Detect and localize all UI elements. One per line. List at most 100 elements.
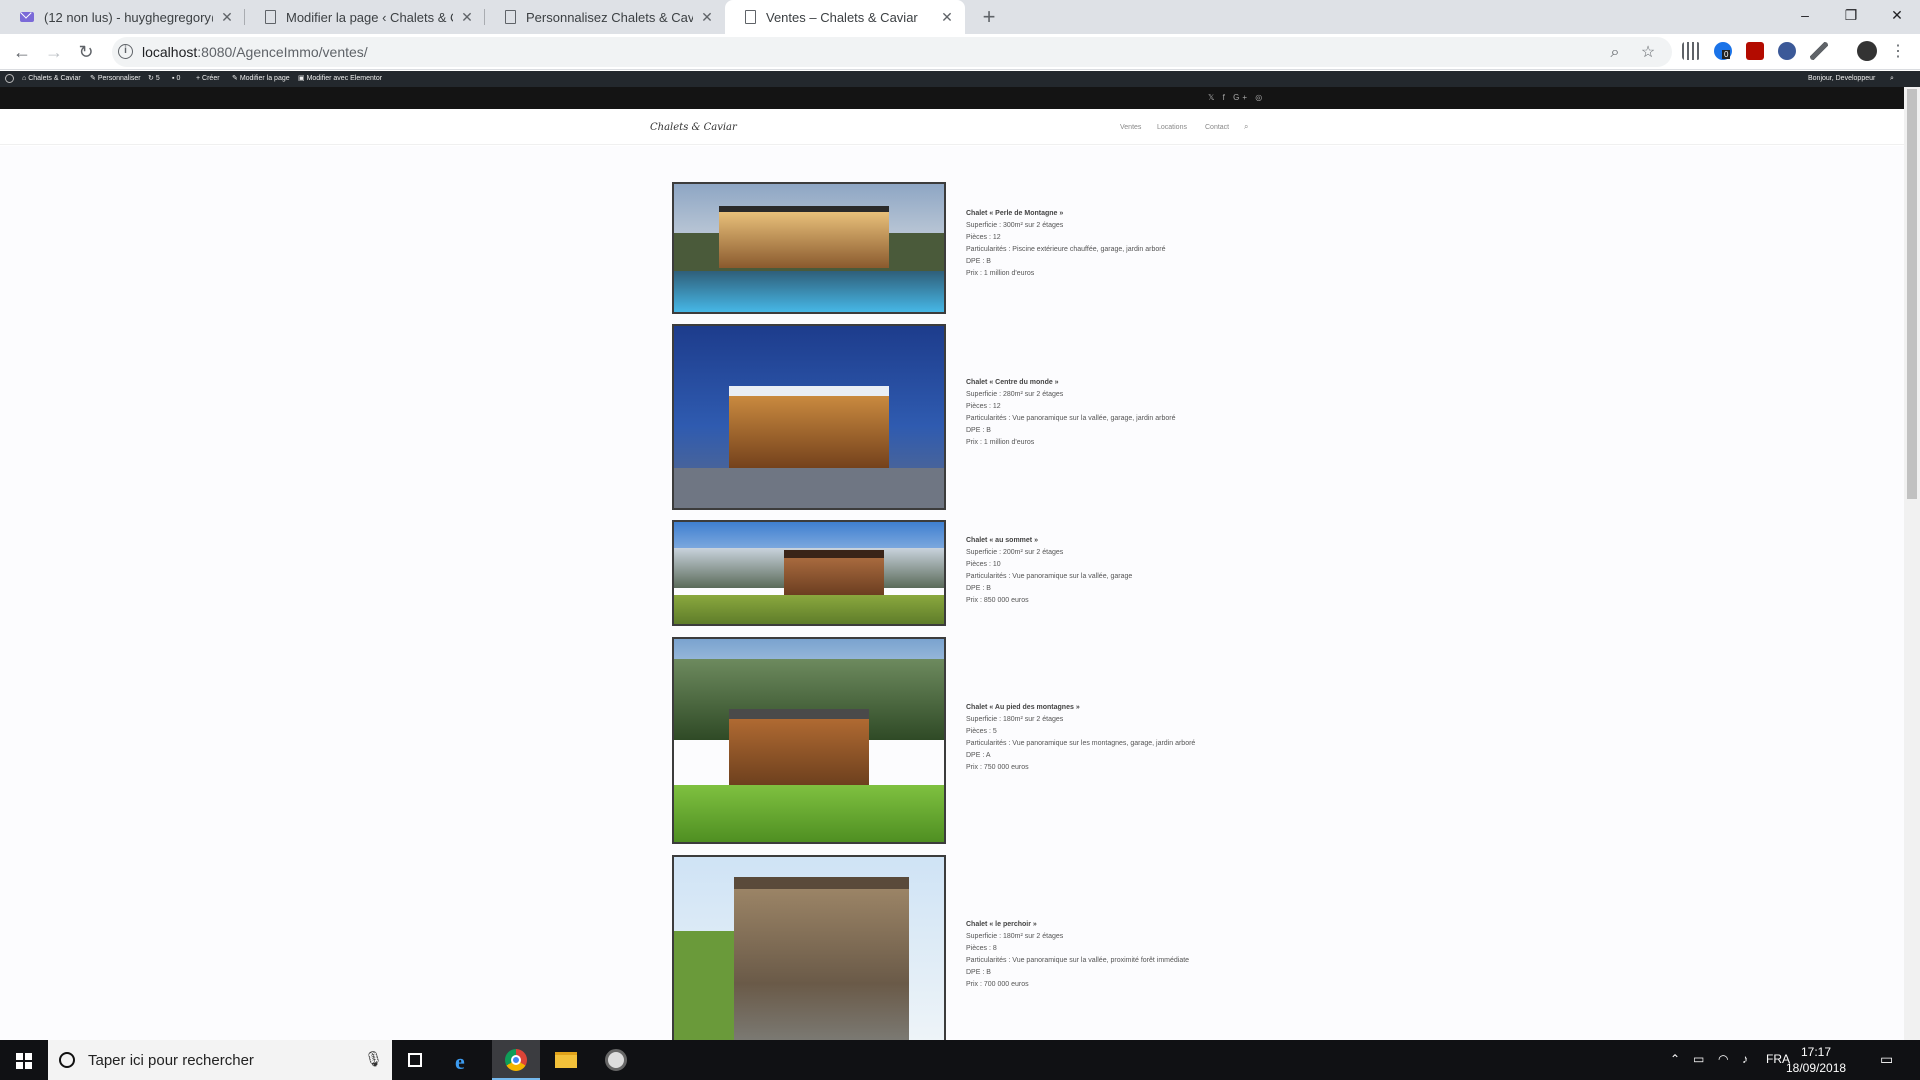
page-scrollbar[interactable]: [1904, 87, 1920, 1040]
browser-toolbar: ← → ↻ i localhost:8080/AgenceImmo/ventes…: [0, 34, 1920, 70]
listing-photo[interactable]: [672, 855, 946, 1040]
site-topbar: 𝕏 f G+ ◎: [0, 87, 1904, 109]
listing-description: Chalet « le perchoir » Superficie : 180m…: [966, 919, 1189, 991]
zoom-icon[interactable]: ⌕: [1606, 44, 1624, 62]
listing-price: Prix : 700 000 euros: [966, 981, 1029, 988]
listing-dpe: DPE : B: [966, 258, 991, 265]
taskbar-search[interactable]: Taper ici pour rechercher 🎙: [48, 1040, 392, 1080]
microphone-icon[interactable]: 🎙: [364, 1050, 383, 1068]
admin-new-label: Créer: [202, 75, 220, 82]
admin-elementor[interactable]: ▣ Modifier avec Elementor: [298, 71, 382, 87]
globe-extension-icon[interactable]: [1778, 42, 1796, 60]
photo-house: [734, 877, 909, 1040]
clock-date: 18/09/2018: [1786, 1061, 1847, 1075]
volume-icon[interactable]: ♪: [1742, 1052, 1748, 1066]
maximize-button[interactable]: ❐: [1828, 0, 1874, 30]
admin-edit-page-label: Modifier la page: [239, 75, 290, 82]
tab-customize[interactable]: Personnalisez Chalets & Caviar – ✕: [485, 0, 725, 34]
menu-item-contact[interactable]: Contact: [1205, 124, 1229, 131]
start-button[interactable]: [0, 1040, 48, 1080]
listing-photo[interactable]: [672, 182, 946, 314]
admin-new[interactable]: + Créer: [196, 71, 220, 87]
listing-photo[interactable]: [672, 520, 946, 626]
listing-surface: Superficie : 300m² sur 2 étages: [966, 222, 1064, 229]
listing-price: Prix : 1 million d'euros: [966, 270, 1035, 277]
tab-mail[interactable]: (12 non lus) - huyghegregory@y ✕: [0, 0, 245, 34]
forward-button[interactable]: →: [42, 40, 66, 64]
new-tab-button[interactable]: +: [976, 4, 1002, 30]
listing-dpe: DPE : A: [966, 752, 991, 759]
file-explorer-button[interactable]: [542, 1040, 590, 1080]
info-icon[interactable]: i: [118, 44, 133, 59]
scrollbar-thumb[interactable]: [1907, 89, 1917, 499]
site-logo[interactable]: Chalets & Caviar: [650, 122, 737, 133]
tab-edit-page[interactable]: Modifier la page ‹ Chalets & Cav ✕: [245, 0, 485, 34]
battery-icon[interactable]: ▭: [1693, 1052, 1704, 1066]
admin-updates[interactable]: ↻ 5: [148, 71, 160, 87]
app-button[interactable]: [592, 1040, 640, 1080]
listing-surface: Superficie : 180m² sur 2 étages: [966, 716, 1064, 723]
browser-tab-strip: (12 non lus) - huyghegregory@y ✕ Modifie…: [0, 0, 1920, 34]
photo-ground: [674, 595, 944, 624]
social-icons[interactable]: 𝕏 f G+ ◎: [1208, 93, 1265, 102]
listing-features: Particularités : Piscine extérieure chau…: [966, 246, 1166, 253]
address-bar[interactable]: i localhost:8080/AgenceImmo/ventes/ ⌕ ☆: [112, 37, 1672, 67]
edge-button[interactable]: e: [442, 1040, 490, 1080]
listing-features: Particularités : Vue panoramique sur la …: [966, 573, 1133, 580]
document-icon: [265, 10, 276, 24]
search-icon[interactable]: ⌕: [1244, 122, 1248, 132]
folder-icon: [555, 1052, 577, 1068]
close-icon[interactable]: ✕: [459, 9, 475, 26]
wifi-icon[interactable]: ◠: [1718, 1052, 1728, 1066]
tray-chevron-icon[interactable]: ⌃: [1670, 1052, 1680, 1066]
admin-customize[interactable]: ✎ Personnaliser: [90, 71, 141, 87]
back-button[interactable]: ←: [10, 40, 34, 64]
minimize-button[interactable]: –: [1782, 0, 1828, 30]
star-icon[interactable]: ☆: [1639, 44, 1657, 62]
site-header: Chalets & Caviar Ventes Locations Contac…: [0, 109, 1904, 145]
listing-rooms: Pièces : 10: [966, 561, 1001, 568]
equalizer-extension-icon[interactable]: [1682, 42, 1700, 60]
photo-lawn: [674, 785, 944, 842]
extension-icon[interactable]: 0: [1714, 42, 1732, 60]
close-icon[interactable]: ✕: [699, 9, 715, 26]
admin-site-name-label: Chalets & Caviar: [28, 75, 81, 82]
close-window-button[interactable]: ✕: [1874, 0, 1920, 30]
windows-logo-icon: [16, 1053, 32, 1069]
task-view-button[interactable]: [392, 1040, 440, 1080]
wordpress-logo-icon[interactable]: [5, 74, 14, 83]
admin-site-name[interactable]: ⌂ Chalets & Caviar: [22, 71, 81, 87]
app-icon: [605, 1049, 627, 1071]
chrome-button[interactable]: [492, 1040, 540, 1080]
close-icon[interactable]: ✕: [939, 9, 955, 26]
listing-price: Prix : 750 000 euros: [966, 764, 1029, 771]
listing-surface: Superficie : 280m² sur 2 étages: [966, 391, 1064, 398]
listing-surface: Superficie : 200m² sur 2 étages: [966, 549, 1064, 556]
notifications-icon[interactable]: ▭: [1880, 1051, 1893, 1068]
listing-photo[interactable]: [672, 324, 946, 510]
eyedropper-extension-icon[interactable]: [1810, 42, 1828, 60]
photo-house: [729, 386, 889, 476]
admin-search-icon[interactable]: ⌕: [1890, 71, 1894, 87]
reload-button[interactable]: ↻: [74, 40, 98, 64]
listing-photo[interactable]: [672, 637, 946, 844]
close-icon[interactable]: ✕: [219, 9, 235, 26]
menu-item-ventes[interactable]: Ventes: [1120, 124, 1141, 131]
admin-greeting[interactable]: Bonjour, Developpeur: [1808, 71, 1875, 87]
listing-description: Chalet « au sommet » Superficie : 200m² …: [966, 535, 1132, 607]
url-host: localhost: [142, 44, 198, 60]
tab-title: Personnalisez Chalets & Caviar –: [526, 9, 693, 25]
pdf-extension-icon[interactable]: [1746, 42, 1764, 60]
system-clock[interactable]: 17:17 18/09/2018: [1786, 1044, 1846, 1076]
listing-rooms: Pièces : 5: [966, 728, 997, 735]
admin-comments[interactable]: ▪ 0: [172, 71, 180, 87]
listing-dpe: DPE : B: [966, 969, 991, 976]
url-text[interactable]: localhost:8080/AgenceImmo/ventes/: [142, 44, 368, 60]
admin-edit-page[interactable]: ✎ Modifier la page: [232, 71, 290, 87]
profile-avatar[interactable]: [1857, 41, 1877, 61]
tab-title: Modifier la page ‹ Chalets & Cav: [286, 9, 453, 25]
menu-icon[interactable]: ⋮: [1886, 40, 1910, 64]
admin-customize-label: Personnaliser: [97, 75, 141, 82]
menu-item-locations[interactable]: Locations: [1157, 124, 1187, 131]
tab-ventes[interactable]: Ventes – Chalets & Caviar ✕: [725, 0, 965, 34]
